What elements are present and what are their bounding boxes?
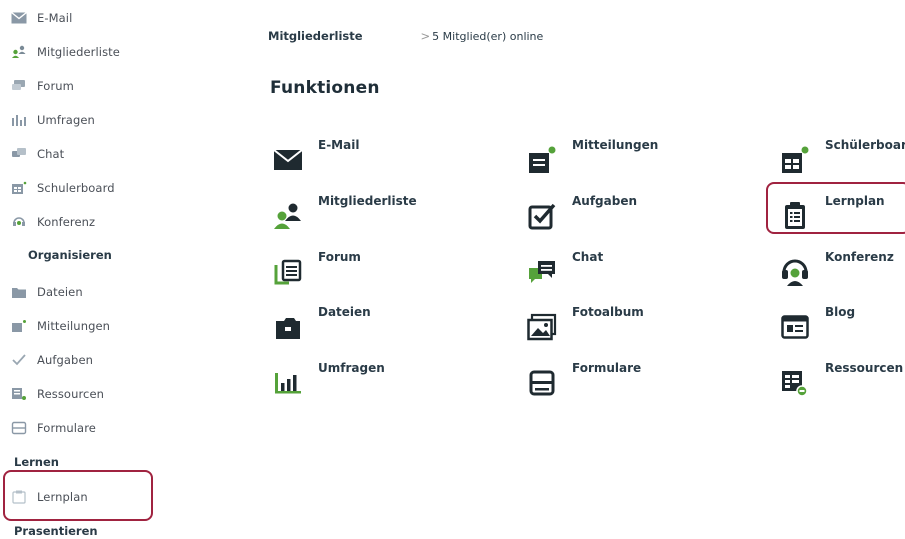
function-label: Mitteilungen <box>572 138 659 152</box>
sidebar-item-chat[interactable]: Chat <box>10 142 64 166</box>
function-mitteilungen[interactable]: Mitteilungen <box>526 138 658 176</box>
clipboard-icon <box>10 488 28 506</box>
members-icon <box>10 43 28 61</box>
function-dateien[interactable]: Dateien <box>272 305 371 343</box>
function-label: E-Mail <box>318 138 360 152</box>
sidebar-item-label: Umfragen <box>37 113 95 127</box>
function-label: Fotoalbum <box>572 305 644 319</box>
function-forum[interactable]: Forum <box>272 250 361 288</box>
function-label: Mitgliederliste <box>318 194 417 208</box>
sidebar-item-schulerboard[interactable]: Schulerboard <box>10 176 115 200</box>
members-icon <box>272 200 304 232</box>
section-heading-praesentieren: Prasentieren <box>14 524 98 538</box>
clipboard-icon <box>779 200 811 232</box>
function-fotoalbum[interactable]: Fotoalbum <box>526 305 644 343</box>
sidebar-item-formulare[interactable]: Formulare <box>10 416 96 440</box>
breadcrumb-title[interactable]: Mitgliederliste <box>268 29 363 43</box>
function-mitgliederliste[interactable]: Mitgliederliste <box>272 194 417 232</box>
function-aufgaben[interactable]: Aufgaben <box>526 194 637 232</box>
sidebar: E-Mail Mitgliederliste Forum Umfragen Ch… <box>0 0 230 539</box>
resources-icon <box>10 385 28 403</box>
sidebar-item-konferenz[interactable]: Konferenz <box>10 210 95 234</box>
sidebar-item-lernplan[interactable]: Lernplan <box>10 485 88 509</box>
page-title: Funktionen <box>270 78 380 98</box>
function-label: Dateien <box>318 305 371 319</box>
photo-album-icon <box>526 311 558 343</box>
chat-bubbles-icon <box>10 145 28 163</box>
sidebar-item-label: Mitgliederliste <box>37 45 120 59</box>
forum-icon <box>272 256 304 288</box>
folder-icon <box>10 283 28 301</box>
folder-icon <box>272 311 304 343</box>
sidebar-item-mitteilungen[interactable]: Mitteilungen <box>10 314 110 338</box>
envelope-icon <box>10 9 28 27</box>
poll-chart-icon <box>10 111 28 129</box>
section-heading-organisieren: Organisieren <box>28 248 112 262</box>
online-members-count[interactable]: 5 Mitglied(er) online <box>432 30 543 43</box>
function-label: Chat <box>572 250 604 264</box>
function-label: Aufgaben <box>572 194 638 208</box>
function-label: Schülerboard <box>825 138 905 152</box>
breadcrumb: Mitgliederliste > 5 Mitglied(er) online <box>268 29 543 43</box>
function-label: Forum <box>318 250 361 264</box>
poll-chart-icon <box>272 367 304 399</box>
function-label: Konferenz <box>825 250 894 264</box>
function-formulare[interactable]: Formulare <box>526 361 641 399</box>
sidebar-item-label: Aufgaben <box>37 353 94 367</box>
function-lernplan[interactable]: Lernplan <box>779 194 885 232</box>
section-heading-lernen: Lernen <box>14 455 59 469</box>
breadcrumb-separator: > <box>420 29 431 43</box>
headset-icon <box>779 256 811 288</box>
sidebar-item-label: Ressourcen <box>37 387 105 401</box>
message-icon <box>10 317 28 335</box>
sidebar-item-label: Lernplan <box>37 490 88 504</box>
sidebar-item-ressourcen[interactable]: Ressourcen <box>10 382 104 406</box>
function-schuelerboard[interactable]: Schülerboard <box>779 138 905 176</box>
sidebar-item-label: Konferenz <box>37 215 96 229</box>
checkbox-icon <box>526 200 558 232</box>
function-label: Ressourcen <box>825 361 904 375</box>
function-umfragen[interactable]: Umfragen <box>272 361 385 399</box>
board-icon <box>779 144 811 176</box>
function-chat[interactable]: Chat <box>526 250 603 288</box>
function-label: Blog <box>825 305 856 319</box>
form-icon <box>10 419 28 437</box>
headset-icon <box>10 213 28 231</box>
blog-icon <box>779 311 811 343</box>
function-blog[interactable]: Blog <box>779 305 855 343</box>
sidebar-item-forum[interactable]: Forum <box>10 74 74 98</box>
function-konferenz[interactable]: Konferenz <box>779 250 894 288</box>
function-ressourcen[interactable]: Ressourcen <box>779 361 903 399</box>
sidebar-item-label: E-Mail <box>37 11 73 25</box>
sidebar-item-email[interactable]: E-Mail <box>10 6 72 30</box>
sidebar-item-label: Dateien <box>37 285 83 299</box>
function-label: Lernplan <box>825 194 885 208</box>
envelope-icon <box>272 144 304 176</box>
function-label: Formulare <box>572 361 642 375</box>
function-email[interactable]: E-Mail <box>272 138 359 176</box>
sidebar-item-label: Schulerboard <box>37 181 115 195</box>
sidebar-item-label: Mitteilungen <box>37 319 111 333</box>
function-label: Umfragen <box>318 361 385 375</box>
forum-icon <box>10 77 28 95</box>
sidebar-item-label: Formulare <box>37 421 96 435</box>
chat-bubbles-icon <box>526 256 558 288</box>
sidebar-item-aufgaben[interactable]: Aufgaben <box>10 348 93 372</box>
sidebar-item-label: Chat <box>37 147 65 161</box>
sidebar-item-mitgliederliste[interactable]: Mitgliederliste <box>10 40 120 64</box>
message-icon <box>526 144 558 176</box>
checkbox-icon <box>10 351 28 369</box>
resources-icon <box>779 367 811 399</box>
form-icon <box>526 367 558 399</box>
sidebar-item-dateien[interactable]: Dateien <box>10 280 83 304</box>
sidebar-item-umfragen[interactable]: Umfragen <box>10 108 95 132</box>
sidebar-item-label: Forum <box>37 79 74 93</box>
board-icon <box>10 179 28 197</box>
